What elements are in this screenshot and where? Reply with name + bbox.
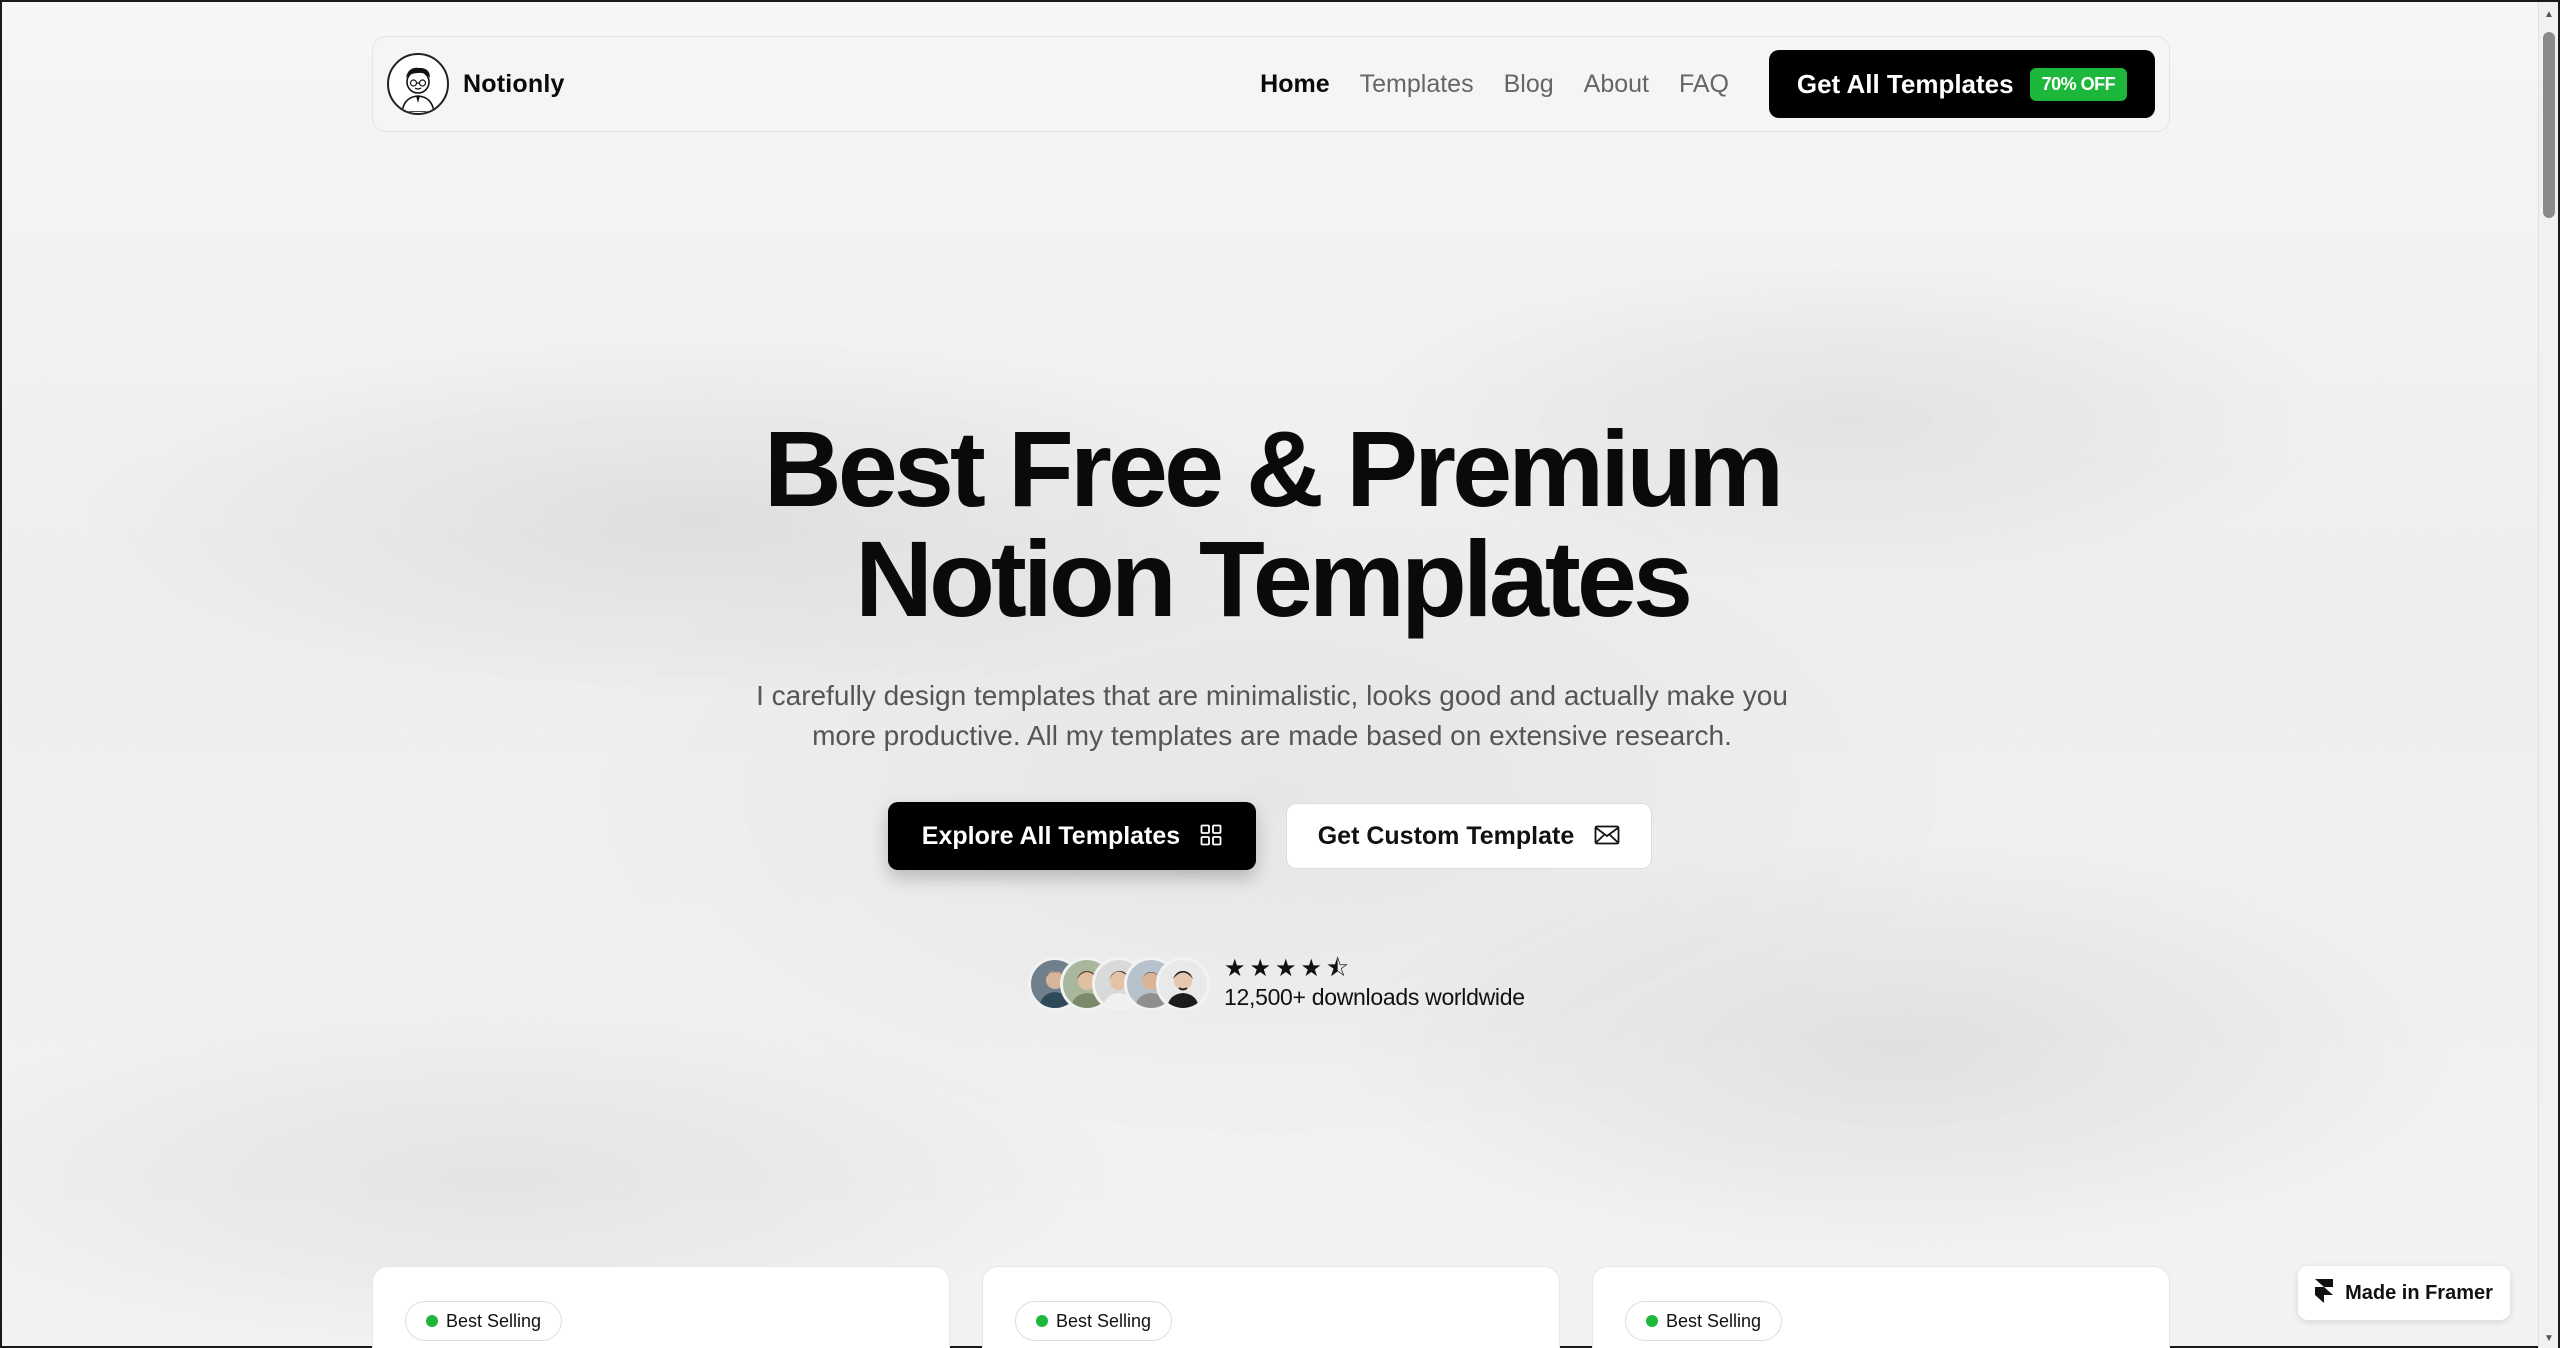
get-custom-template-button[interactable]: Get Custom Template	[1286, 803, 1652, 869]
explore-all-templates-label: Explore All Templates	[921, 821, 1181, 850]
get-all-templates-button[interactable]: Get All Templates 70% OFF	[1769, 50, 2155, 118]
best-selling-badge: Best Selling	[405, 1301, 563, 1341]
scroll-up-icon[interactable]: ▲	[2539, 4, 2559, 24]
badge-label: Best Selling	[1666, 1310, 1762, 1331]
made-in-framer-badge[interactable]: Made in Framer	[2298, 1266, 2510, 1320]
nav-links: Home Templates Blog About FAQ	[1260, 70, 1729, 99]
nav-link-faq[interactable]: FAQ	[1679, 70, 1729, 99]
best-selling-badge: Best Selling	[1625, 1301, 1783, 1341]
badge-label: Best Selling	[1056, 1310, 1152, 1331]
hero-subtitle-line-2: more productive. All my templates are ma…	[812, 720, 1732, 751]
nav-right: Home Templates Blog About FAQ Get All Te…	[1260, 50, 2155, 118]
customer-avatar	[1156, 956, 1210, 1011]
scroll-down-icon[interactable]: ▼	[2539, 1328, 2559, 1348]
status-dot-icon	[426, 1315, 438, 1327]
grid-icon	[1200, 824, 1222, 849]
hero-title: Best Free & Premium Notion Templates	[2, 414, 2542, 634]
nav-link-about[interactable]: About	[1584, 70, 1649, 99]
hero-subtitle-line-1: I carefully design templates that are mi…	[756, 680, 1788, 711]
mail-icon	[1594, 825, 1620, 848]
star-icon: ★	[1300, 955, 1323, 982]
nav-link-blog[interactable]: Blog	[1504, 70, 1554, 99]
hero-title-line-2: Notion Templates	[854, 518, 1693, 639]
star-icon: ★	[1275, 955, 1297, 982]
badge-label: Best Selling	[446, 1310, 542, 1331]
status-dot-icon	[1646, 1315, 1658, 1327]
nav-link-templates[interactable]: Templates	[1360, 70, 1474, 99]
template-card[interactable]: Best Selling	[372, 1266, 950, 1348]
made-in-framer-label: Made in Framer	[2345, 1281, 2493, 1304]
template-card[interactable]: Best Selling	[1592, 1266, 2170, 1348]
page: Notionly Home Templates Blog About FAQ G…	[2, 2, 2542, 1348]
vertical-scrollbar[interactable]: ▲ ▼	[2538, 2, 2558, 1348]
star-icon: ★	[1249, 955, 1272, 982]
status-dot-icon	[1036, 1315, 1048, 1327]
star-icon: ★	[1224, 955, 1246, 982]
discount-badge: 70% OFF	[2029, 67, 2128, 101]
brand-name: Notionly	[463, 69, 565, 98]
half-star-icon: ⯪	[1326, 955, 1349, 982]
star-rating: ★ ★ ★ ★ ⯪	[1224, 956, 1525, 982]
best-selling-badge: Best Selling	[1015, 1301, 1173, 1341]
navbar: Notionly Home Templates Blog About FAQ G…	[372, 36, 2170, 132]
explore-all-templates-button[interactable]: Explore All Templates	[888, 802, 1256, 870]
rating-block: ★ ★ ★ ★ ⯪ 12,500+ downloads worldwide	[1224, 956, 1525, 1011]
brand[interactable]: Notionly	[387, 53, 565, 115]
scrollbar-thumb[interactable]	[2543, 32, 2555, 218]
cartoon-avatar-icon	[387, 53, 449, 115]
framer-logo-icon	[2315, 1278, 2334, 1308]
nav-link-home[interactable]: Home	[1260, 70, 1329, 99]
downloads-text: 12,500+ downloads worldwide	[1224, 984, 1525, 1010]
hero-title-line-1: Best Free & Premium	[763, 408, 1784, 529]
template-card[interactable]: Best Selling	[982, 1266, 1560, 1348]
get-all-templates-label: Get All Templates	[1796, 68, 2014, 99]
hero-subtitle: I carefully design templates that are mi…	[2, 676, 2542, 756]
customer-avatars	[1028, 956, 1210, 1011]
hero-buttons: Explore All Templates Get Custom Templat…	[888, 802, 1652, 870]
get-custom-template-label: Get Custom Template	[1317, 821, 1575, 850]
social-proof: ★ ★ ★ ★ ⯪ 12,500+ downloads worldwide	[1028, 956, 1525, 1011]
